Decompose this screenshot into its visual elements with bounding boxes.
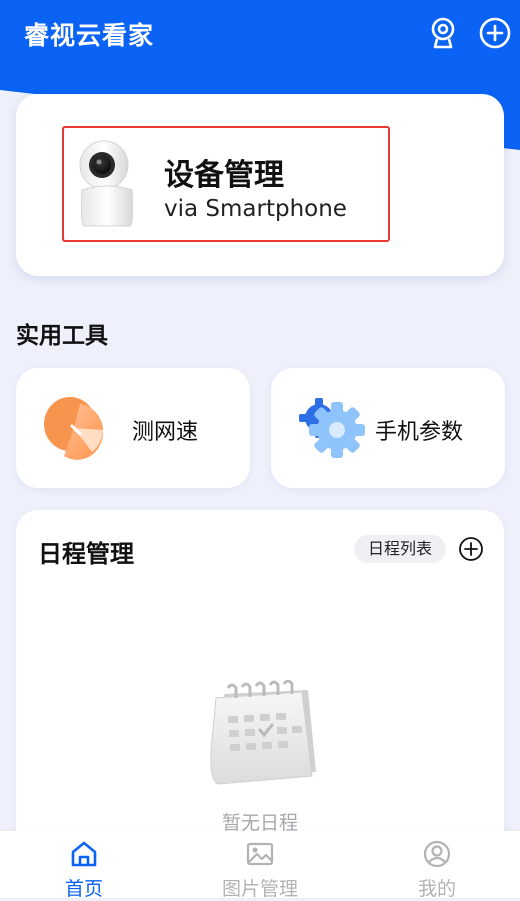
calendar-icon	[210, 680, 316, 785]
tab-home[interactable]: 首页	[24, 831, 144, 900]
device-management-entry[interactable]: 设备管理 via Smartphone	[62, 126, 390, 242]
schedule-title: 日程管理	[38, 540, 134, 568]
device-management-subtitle: via Smartphone	[164, 196, 347, 222]
device-management-title: 设备管理	[164, 158, 284, 193]
app-title: 睿视云看家	[24, 21, 155, 50]
schedule-list-button[interactable]: 日程列表	[354, 535, 447, 563]
tools-section-title: 实用工具	[16, 323, 108, 349]
tab-home-label: 首页	[64, 878, 103, 900]
tab-photos[interactable]: 图片管理	[200, 831, 320, 900]
tab-mine[interactable]: 我的	[377, 831, 497, 900]
user-icon	[423, 840, 451, 868]
speed-test-label: 测网速	[132, 420, 199, 445]
add-icon[interactable]	[458, 536, 484, 562]
tab-mine-label: 我的	[417, 878, 456, 900]
tab-photos-label: 图片管理	[221, 878, 298, 900]
add-icon[interactable]	[478, 16, 512, 50]
device-card: 设备管理 via Smartphone	[16, 94, 504, 276]
home-icon	[71, 841, 97, 867]
camera-device-icon	[79, 140, 134, 227]
speed-test-card[interactable]: 测网速	[16, 368, 250, 488]
bottom-tab-bar: 首页 图片管理 我的	[0, 831, 520, 900]
image-icon	[246, 842, 274, 866]
speed-test-icon	[44, 397, 104, 460]
phone-params-label: 手机参数	[375, 420, 464, 445]
camera-icon[interactable]	[426, 16, 460, 50]
phone-params-card[interactable]: 手机参数	[271, 368, 505, 488]
schedule-card: 日程管理 日程列表 暂无日程	[16, 510, 504, 870]
gear-icon	[299, 398, 365, 458]
